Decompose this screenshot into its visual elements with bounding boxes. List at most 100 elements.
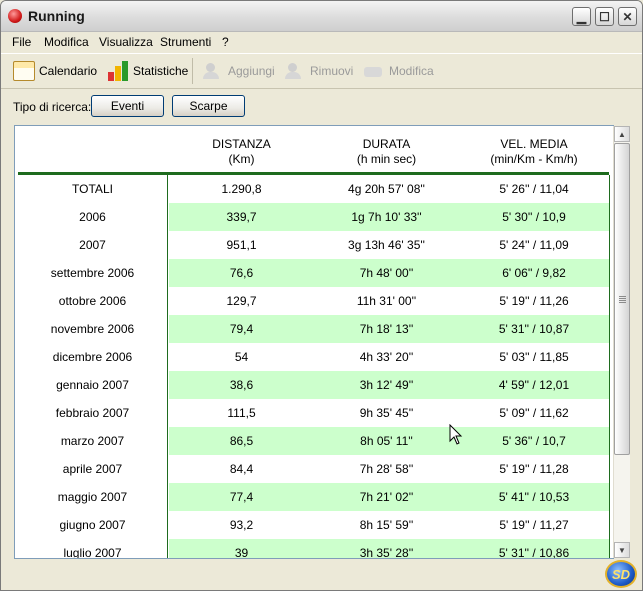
table-row[interactable]: 2006 339,7 1g 7h 10' 33'' 5' 30'' / 10,9 xyxy=(18,203,609,231)
statistiche-label: Statistiche xyxy=(133,64,189,78)
cell-period: TOTALI xyxy=(18,175,167,203)
title-bar[interactable]: Running ▁ ☐ ✕ xyxy=(1,1,642,32)
right-divider xyxy=(609,175,610,558)
table-row[interactable]: ottobre 2006 129,7 11h 31' 00'' 5' 19'' / 1… xyxy=(18,287,609,315)
modifica-label: Modifica xyxy=(389,64,434,78)
rimuovi-label: Rimuovi xyxy=(310,64,354,78)
cell-period: 2006 xyxy=(18,203,167,231)
menu-help[interactable]: ? xyxy=(222,35,229,49)
cell-distanza: 86,5 xyxy=(169,427,314,455)
table-row[interactable]: gennaio 2007 38,6 3h 12' 49'' 4' 59'' / 12,… xyxy=(18,371,609,399)
stats-table: DISTANZA (Km) DURATA (h min sec) VEL. ME… xyxy=(14,125,614,559)
table-row[interactable]: febbraio 2007 111,5 9h 35' 45'' 5' 09'' / 1… xyxy=(18,399,609,427)
column-divider xyxy=(167,175,168,558)
cell-distanza: 77,4 xyxy=(169,483,314,511)
cell-period: ottobre 2006 xyxy=(18,287,167,315)
cell-distanza: 84,4 xyxy=(169,455,314,483)
header-distanza[interactable]: DISTANZA (Km) xyxy=(169,137,314,167)
cell-vel-media: 5' 19'' / 11,27 xyxy=(459,511,609,539)
cell-period: giugno 2007 xyxy=(18,511,167,539)
table-row[interactable]: marzo 2007 86,5 8h 05' 11'' 5' 36'' / 10,7 xyxy=(18,427,609,455)
close-button[interactable]: ✕ xyxy=(618,7,637,26)
cell-durata: 4g 20h 57' 08'' xyxy=(314,175,459,203)
cell-period: luglio 2007 xyxy=(18,539,167,558)
aggiungi-label: Aggiungi xyxy=(228,64,275,78)
arrow-up-icon: ▲ xyxy=(618,129,626,139)
menu-file[interactable]: File xyxy=(12,35,31,49)
menu-strumenti[interactable]: Strumenti xyxy=(160,35,211,49)
sd-logo-text: SD xyxy=(611,566,631,582)
scroll-down-button[interactable]: ▼ xyxy=(614,542,630,558)
table-row[interactable]: luglio 2007 39 3h 35' 28'' 5' 31'' / 10,86 xyxy=(18,539,609,558)
table-row[interactable]: novembre 2006 79,4 7h 18' 13'' 5' 31'' / 10… xyxy=(18,315,609,343)
cell-vel-media: 5' 09'' / 11,62 xyxy=(459,399,609,427)
table-row[interactable]: 2007 951,1 3g 13h 46' 35'' 5' 24'' / 11,09 xyxy=(18,231,609,259)
grip-icon xyxy=(619,296,626,303)
cell-durata: 8h 05' 11'' xyxy=(314,427,459,455)
header-vel-media[interactable]: VEL. MEDIA (min/Km - Km/h) xyxy=(459,137,609,167)
menu-modifica[interactable]: Modifica xyxy=(44,35,89,49)
modifica-button[interactable]: Modifica xyxy=(363,58,434,84)
maximize-button[interactable]: ☐ xyxy=(595,7,614,26)
main-window: Running ▁ ☐ ✕ File Modifica Visualizza S… xyxy=(0,0,643,591)
cell-distanza: 1.290,8 xyxy=(169,175,314,203)
minimize-button[interactable]: ▁ xyxy=(572,7,591,26)
header-durata[interactable]: DURATA (h min sec) xyxy=(314,137,459,167)
table-row[interactable]: giugno 2007 93,2 8h 15' 59'' 5' 19'' / 11,2… xyxy=(18,511,609,539)
menu-bar: File Modifica Visualizza Strumenti ? xyxy=(1,32,642,52)
aggiungi-button[interactable]: Aggiungi xyxy=(202,58,275,84)
cell-durata: 1g 7h 10' 33'' xyxy=(314,203,459,231)
cell-vel-media: 5' 36'' / 10,7 xyxy=(459,427,609,455)
cell-period: settembre 2006 xyxy=(18,259,167,287)
cell-distanza: 339,7 xyxy=(169,203,314,231)
cell-durata: 8h 15' 59'' xyxy=(314,511,459,539)
toolbar-separator xyxy=(192,58,193,84)
table-row[interactable]: dicembre 2006 54 4h 33' 20'' 5' 03'' / 11,8… xyxy=(18,343,609,371)
cell-distanza: 54 xyxy=(169,343,314,371)
app-icon[interactable] xyxy=(8,9,22,23)
bar-chart-icon xyxy=(107,60,129,82)
window-title: Running xyxy=(28,8,85,24)
menu-visualizza[interactable]: Visualizza xyxy=(99,35,153,49)
add-user-icon xyxy=(202,62,224,80)
cell-vel-media: 5' 24'' / 11,09 xyxy=(459,231,609,259)
rimuovi-button[interactable]: Rimuovi xyxy=(284,58,353,84)
cell-distanza: 951,1 xyxy=(169,231,314,259)
mouse-pointer-icon xyxy=(449,424,463,445)
toolbar: Calendario Statistiche Aggiungi Rimuovi … xyxy=(1,53,642,89)
table-row[interactable]: TOTALI 1.290,8 4g 20h 57' 08'' 5' 26'' / 11… xyxy=(18,175,609,203)
table-row[interactable]: aprile 2007 84,4 7h 28' 58'' 5' 19'' / 11,2… xyxy=(18,455,609,483)
header-distanza-unit: (Km) xyxy=(228,152,255,166)
cell-vel-media: 5' 31'' / 10,87 xyxy=(459,315,609,343)
vertical-scrollbar[interactable]: ▲ ▼ xyxy=(613,126,630,558)
cell-period: 2007 xyxy=(18,231,167,259)
cell-period: febbraio 2007 xyxy=(18,399,167,427)
cell-distanza: 93,2 xyxy=(169,511,314,539)
cell-vel-media: 5' 41'' / 10,53 xyxy=(459,483,609,511)
cell-vel-media: 5' 19'' / 11,26 xyxy=(459,287,609,315)
cell-durata: 7h 48' 00'' xyxy=(314,259,459,287)
cell-durata: 7h 21' 02'' xyxy=(314,483,459,511)
eventi-button[interactable]: Eventi xyxy=(91,95,164,117)
statistiche-button[interactable]: Statistiche xyxy=(107,58,188,84)
table-row[interactable]: maggio 2007 77,4 7h 21' 02'' 5' 41'' / 10,5… xyxy=(18,483,609,511)
cell-durata: 9h 35' 45'' xyxy=(314,399,459,427)
cell-period: maggio 2007 xyxy=(18,483,167,511)
scarpe-button[interactable]: Scarpe xyxy=(172,95,245,117)
table-row[interactable]: settembre 2006 76,6 7h 48' 00'' 6' 06'' / 9… xyxy=(18,259,609,287)
calendario-label: Calendario xyxy=(39,64,98,78)
cell-durata: 3g 13h 46' 35'' xyxy=(314,231,459,259)
header-vel-media-title: VEL. MEDIA xyxy=(500,137,568,151)
cell-distanza: 129,7 xyxy=(169,287,314,315)
cell-period: novembre 2006 xyxy=(18,315,167,343)
cell-durata: 4h 33' 20'' xyxy=(314,343,459,371)
scroll-thumb[interactable] xyxy=(614,143,630,455)
cell-period: dicembre 2006 xyxy=(18,343,167,371)
scroll-up-button[interactable]: ▲ xyxy=(614,126,630,142)
cell-period: marzo 2007 xyxy=(18,427,167,455)
maximize-icon: ☐ xyxy=(599,9,610,24)
calendario-button[interactable]: Calendario xyxy=(13,58,97,84)
cell-distanza: 111,5 xyxy=(169,399,314,427)
edit-icon xyxy=(363,62,385,80)
cell-durata: 7h 18' 13'' xyxy=(314,315,459,343)
